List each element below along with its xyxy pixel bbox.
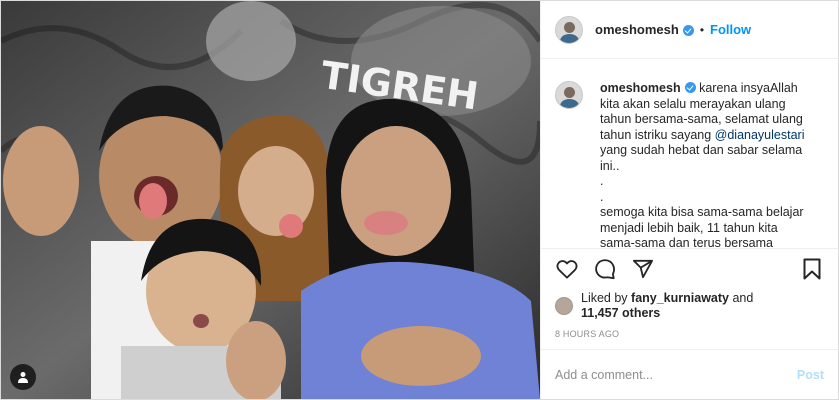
- user-tag-button[interactable]: [10, 364, 36, 390]
- caption-area: omeshomesh karena insyaAllah kita akan s…: [541, 59, 838, 249]
- action-bar: [541, 249, 838, 289]
- post-sidebar: omeshomesh • Follow omeshomesh karena in…: [540, 1, 838, 399]
- save-button[interactable]: [800, 257, 824, 281]
- caption-body-continued: yang sudah hebat dan sabar selama ini..: [600, 143, 803, 173]
- post-photo[interactable]: TIGREH: [1, 1, 540, 399]
- comment-box: Post: [541, 349, 838, 399]
- user-tag-icon: [18, 372, 28, 383]
- comment-icon: [595, 259, 615, 280]
- post-timestamp[interactable]: 8 HOURS AGO: [541, 323, 838, 349]
- caption-text: omeshomesh karena insyaAllah kita akan s…: [600, 81, 810, 248]
- caption-username[interactable]: omeshomesh: [600, 81, 681, 95]
- follow-button[interactable]: Follow: [710, 22, 751, 37]
- header-separator: •: [699, 22, 705, 37]
- post-comment-button[interactable]: Post: [797, 368, 824, 382]
- share-icon: [633, 259, 653, 279]
- post-header: omeshomesh • Follow: [541, 1, 838, 59]
- instagram-post: TIGREH omeshomesh • Follow omeshomesh ka…: [0, 0, 839, 400]
- caption-dot-line: .: [600, 189, 604, 204]
- bookmark-icon: [803, 258, 821, 280]
- like-button[interactable]: [555, 257, 579, 281]
- likes-others-count[interactable]: 11,457 others: [581, 306, 660, 320]
- heart-icon: [556, 260, 578, 279]
- likes-text: Liked by fany_kurniawaty and 11,457 othe…: [581, 291, 753, 321]
- author-avatar[interactable]: [555, 15, 583, 44]
- likes-prefix: Liked by: [581, 291, 632, 305]
- family-photo-illustration: TIGREH: [1, 1, 540, 399]
- comment-input[interactable]: [555, 367, 797, 382]
- caption-avatar[interactable]: [555, 81, 583, 109]
- caption-body-more: semoga kita bisa sama-sama belajar menja…: [600, 205, 804, 249]
- caption-mention[interactable]: @dianayulestari: [715, 128, 805, 142]
- liker-avatar[interactable]: [555, 297, 573, 315]
- likes-joiner: and: [729, 291, 754, 305]
- author-username[interactable]: omeshomesh: [595, 22, 679, 37]
- liker-username[interactable]: fany_kurniawaty: [631, 291, 729, 305]
- share-button[interactable]: [631, 257, 655, 281]
- verified-badge-icon: [682, 25, 694, 36]
- caption-dot-line: .: [600, 174, 604, 188]
- comment-button[interactable]: [593, 257, 617, 281]
- caption-verified-badge-icon: [684, 82, 696, 93]
- likes-summary: Liked by fany_kurniawaty and 11,457 othe…: [541, 289, 838, 323]
